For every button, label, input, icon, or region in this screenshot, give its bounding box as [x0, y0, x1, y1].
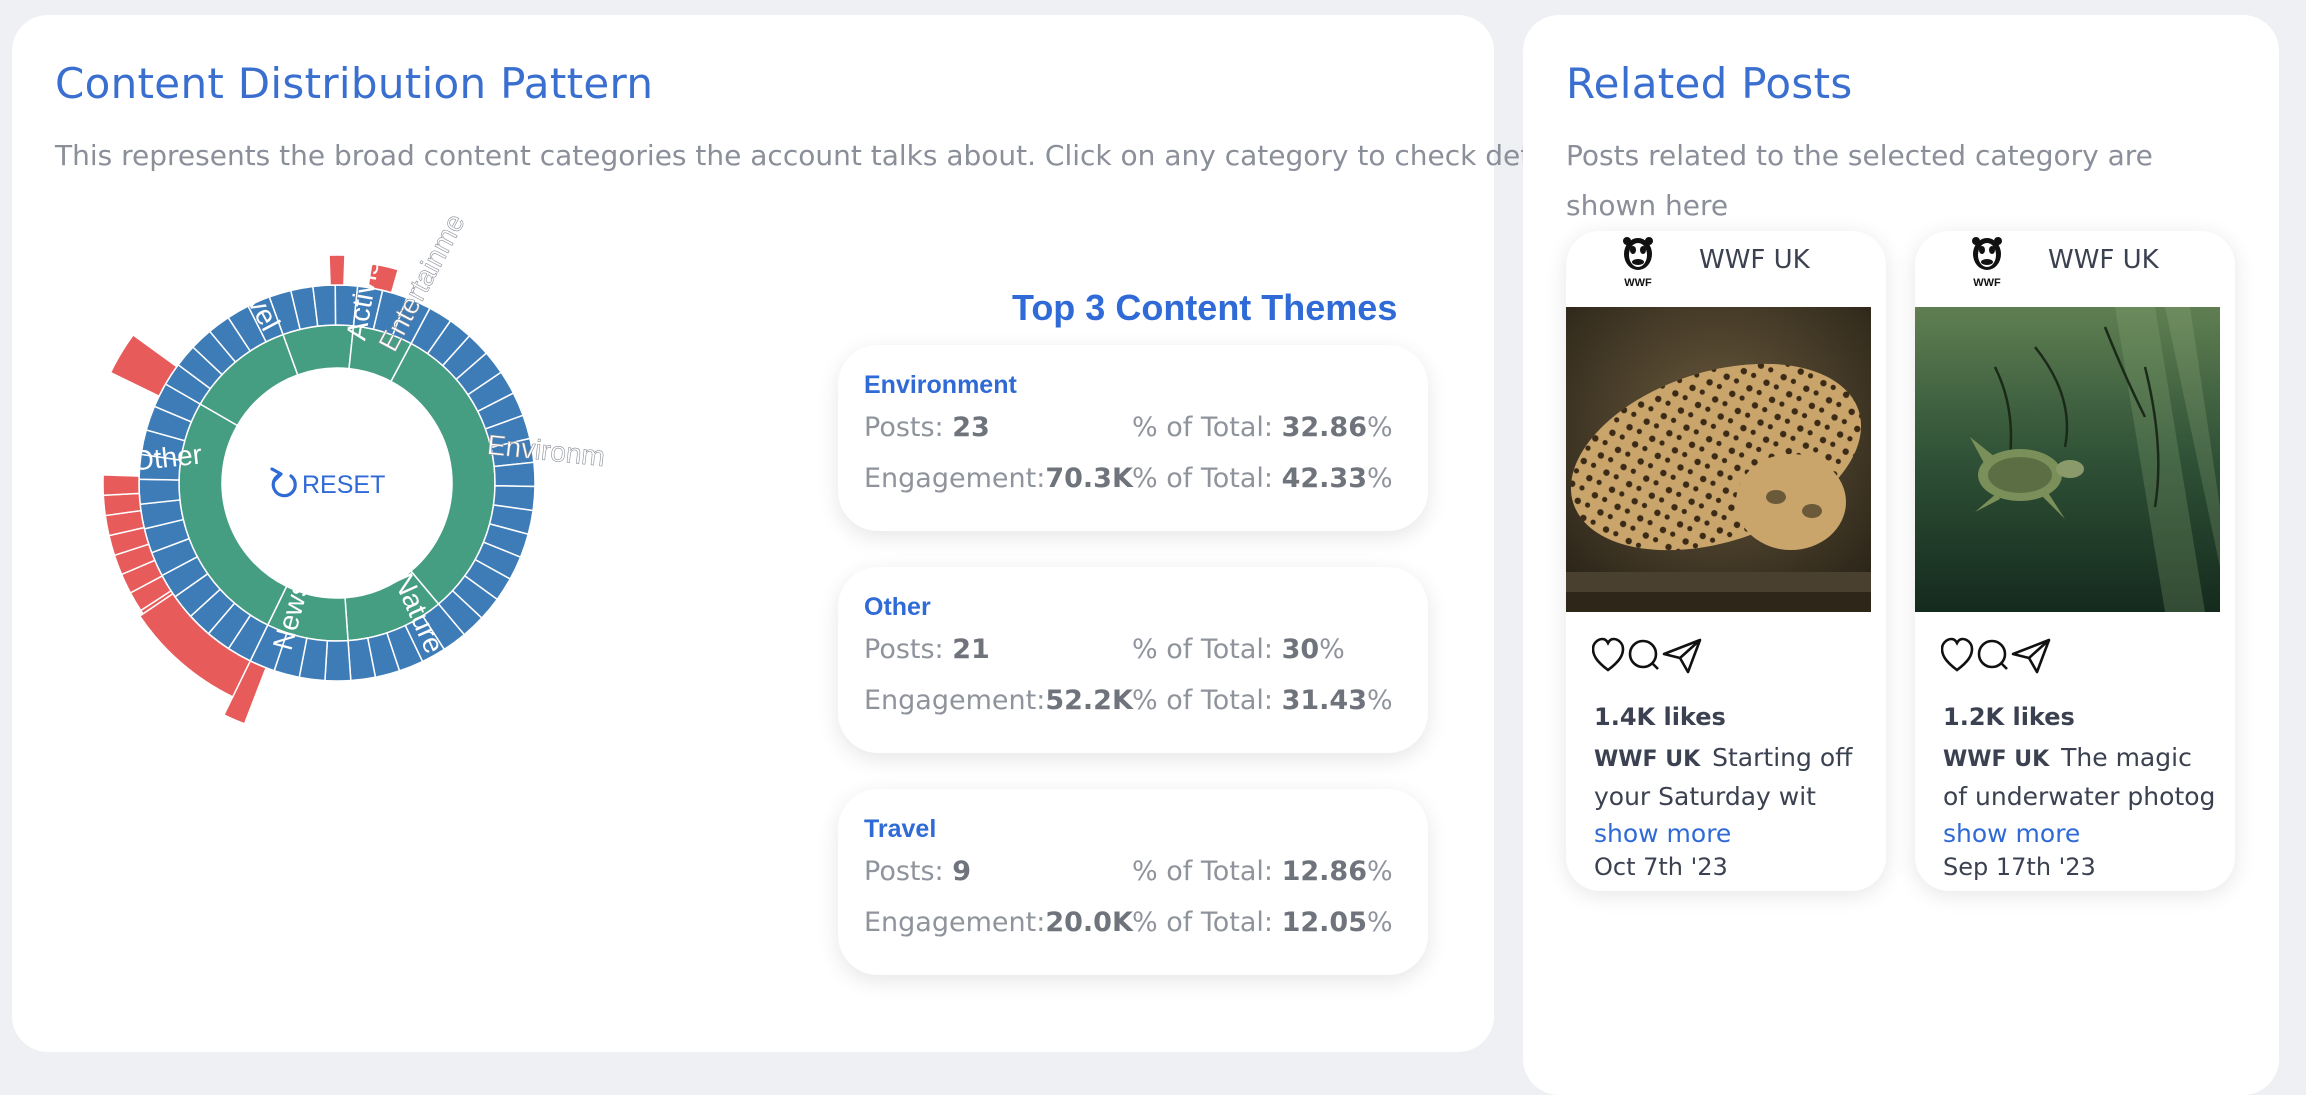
middle-segment-environment[interactable] — [493, 461, 536, 488]
theme-card-travel[interactable]: Travel Posts: 9 % of Total: 12.86% Engag… — [838, 789, 1428, 975]
likes-count: 1.4K likes — [1594, 703, 1726, 731]
distribution-subtitle: This represents the broad content catego… — [55, 139, 1579, 172]
show-more-link[interactable]: show more — [1943, 819, 2080, 848]
post-card[interactable]: WWF WWF UK 1.2K likes WWF UK The magic o… — [1915, 231, 2235, 891]
wwf-logo-icon: WWF — [1623, 237, 1653, 288]
reset-icon — [270, 467, 297, 498]
theme-name: Other — [864, 593, 931, 621]
outer-segment-activism[interactable] — [328, 254, 346, 286]
post-date: Oct 7th '23 — [1594, 853, 1728, 881]
show-more-link[interactable]: show more — [1594, 819, 1731, 848]
content-distribution-panel: Content Distribution Pattern This repres… — [12, 15, 1579, 1052]
theme-name: Environment — [864, 371, 1017, 399]
comment-icon[interactable] — [1977, 639, 2008, 670]
posts-pct-metric: % of Total: 30% — [1132, 634, 1345, 665]
post-author[interactable]: WWF UK — [2048, 245, 2159, 275]
middle-segment-other[interactable] — [138, 478, 181, 506]
likes-count: 1.2K likes — [1943, 703, 2075, 731]
heart-icon[interactable] — [1941, 637, 1974, 672]
engagement-pct-metric: % of Total: 12.05% — [1132, 907, 1393, 938]
post-header: WWF WWF UK — [1915, 231, 2235, 306]
share-icon[interactable] — [1662, 638, 1702, 674]
engagement-pct-metric: % of Total: 31.43% — [1132, 685, 1393, 716]
comment-icon[interactable] — [1628, 639, 1659, 670]
post-author[interactable]: WWF UK — [1699, 245, 1810, 275]
post-image-leopard[interactable] — [1566, 307, 1871, 612]
related-posts-panel: Related Posts Posts related to the selec… — [1523, 15, 2279, 1095]
posts-metric: Posts: 21 — [864, 634, 990, 665]
post-actions — [1941, 637, 2051, 674]
engagement-metric: Engagement:20.0K — [864, 907, 1133, 938]
middle-segment-news[interactable] — [324, 639, 352, 682]
engagement-metric: Engagement:52.2K — [864, 685, 1133, 716]
posts-pct-metric: % of Total: 32.86% — [1132, 412, 1393, 443]
distribution-title: Content Distribution Pattern — [55, 59, 654, 108]
share-icon[interactable] — [2011, 638, 2051, 674]
posts-metric: Posts: 23 — [864, 412, 990, 443]
outer-segment-other[interactable] — [102, 474, 141, 497]
sunburst-chart[interactable]: Activism Entertainme Environm Nature New… — [52, 175, 652, 725]
related-title: Related Posts — [1566, 59, 1853, 108]
engagement-pct-metric: % of Total: 42.33% — [1132, 463, 1393, 494]
post-card[interactable]: WWF WWF UK 1.4K likes WWF UK Starting of… — [1566, 231, 1886, 891]
posts-metric: Posts: 9 — [864, 856, 972, 887]
theme-card-other[interactable]: Other Posts: 21 % of Total: 30% Engageme… — [838, 567, 1428, 753]
middle-segment-activism[interactable] — [312, 284, 337, 328]
heart-icon[interactable] — [1592, 637, 1625, 672]
post-header: WWF WWF UK — [1566, 231, 1886, 306]
reset-button[interactable]: RESET — [270, 467, 385, 499]
post-caption: WWF UK The magic of underwater photog sho… — [1943, 743, 2216, 848]
post-date: Sep 17th '23 — [1943, 853, 2096, 881]
post-caption: WWF UK Starting off your Saturday wit sho… — [1594, 743, 1853, 848]
reset-label: RESET — [302, 471, 385, 499]
posts-pct-metric: % of Total: 12.86% — [1132, 856, 1393, 887]
engagement-metric: Engagement:70.3K — [864, 463, 1133, 494]
theme-name: Travel — [864, 815, 937, 843]
svg-text:WWF: WWF — [1973, 277, 2001, 288]
post-image-turtle[interactable] — [1915, 307, 2220, 612]
svg-text:WWF: WWF — [1624, 277, 1652, 288]
themes-title: Top 3 Content Themes — [1012, 287, 1398, 328]
post-actions — [1592, 637, 1702, 674]
related-subtitle: Posts related to the selected category a… — [1566, 139, 2153, 222]
wwf-logo-icon: WWF — [1972, 237, 2002, 288]
theme-card-environment[interactable]: Environment Posts: 23 % of Total: 32.86%… — [838, 345, 1428, 531]
